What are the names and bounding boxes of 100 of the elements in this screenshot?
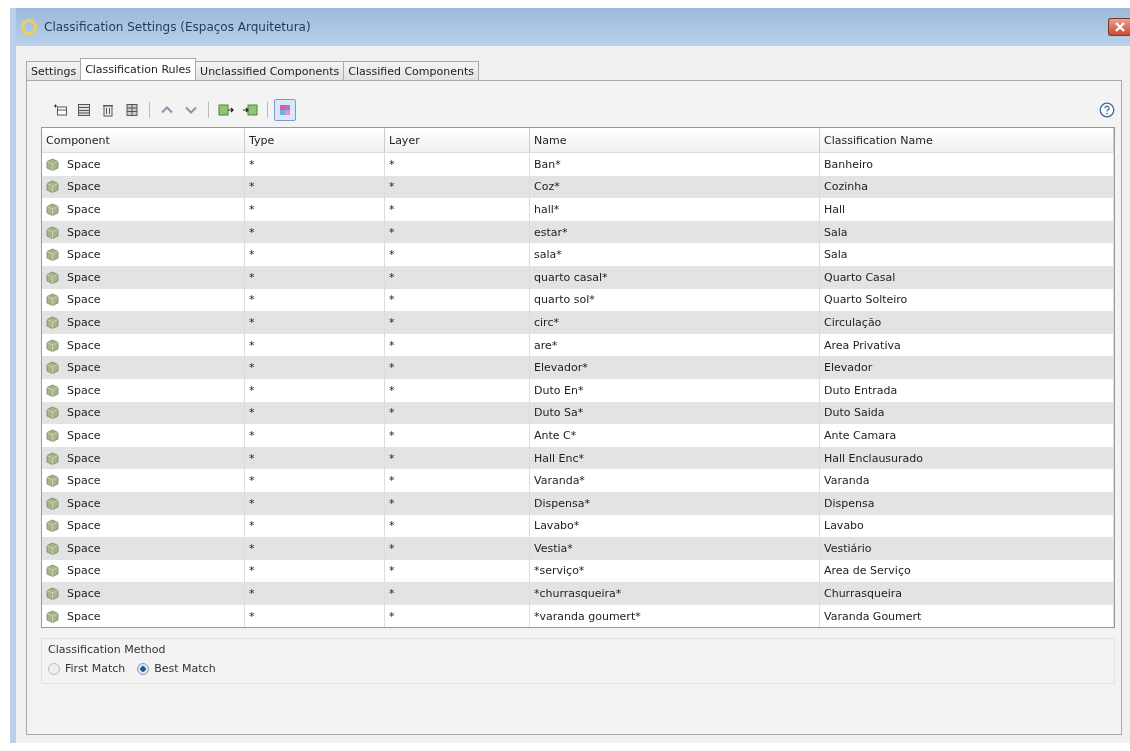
column-icon	[124, 102, 140, 118]
radio-label: First Match	[65, 662, 126, 676]
column-header[interactable]: Classification Name	[820, 128, 1114, 152]
column-header[interactable]: Type	[245, 128, 385, 152]
tab[interactable]: Unclassified Components	[195, 61, 345, 80]
radio-label: Best Match	[154, 662, 216, 676]
cube-icon	[46, 451, 59, 465]
column-header[interactable]: Component	[42, 128, 245, 152]
cube-icon	[46, 338, 59, 352]
table-cell: *	[245, 378, 385, 402]
table-cell: *	[245, 424, 385, 447]
table-cell: Hall Enc*	[530, 446, 820, 470]
table-cell: *	[245, 356, 385, 379]
table-cell: Varanda	[820, 469, 1114, 492]
table-cell: Sala	[820, 220, 1114, 244]
table-cell: *	[245, 311, 385, 334]
table-cell: *	[385, 424, 530, 447]
color-swatch-icon	[277, 102, 293, 118]
table-cell: *	[385, 175, 530, 199]
table-cell: *	[385, 243, 530, 266]
table-cell: *	[245, 265, 385, 289]
table-cell: *	[385, 469, 530, 492]
table-cell: Space	[67, 519, 101, 533]
help-icon[interactable]	[1099, 102, 1115, 118]
table-cell: Space	[67, 383, 101, 397]
table-cell: hall*	[530, 198, 820, 221]
table-cell: estar*	[530, 220, 820, 244]
ring-icon	[20, 18, 38, 36]
table-cell: *	[385, 378, 530, 402]
cube-icon	[46, 428, 59, 442]
table-cell: Space	[67, 451, 101, 465]
table-cell: Space	[67, 180, 101, 194]
table-cell: *varanda goumert*	[530, 604, 820, 628]
cube-icon	[46, 180, 59, 194]
table-cell: *	[245, 469, 385, 492]
column-header[interactable]: Layer	[385, 128, 530, 152]
table-cell: *	[245, 198, 385, 221]
table-cell: Ante Camara	[820, 424, 1114, 447]
table-cell: Space	[67, 338, 101, 352]
cube-icon	[46, 293, 59, 307]
table-cell: *	[245, 401, 385, 425]
close-button[interactable]	[1108, 18, 1130, 36]
table-cell: Varanda Goumert	[820, 604, 1114, 628]
radio-option[interactable]: First Match	[48, 662, 126, 676]
table-cell: Duto En*	[530, 378, 820, 402]
tab[interactable]: Settings	[26, 61, 82, 80]
table-cell: *	[385, 220, 530, 244]
table-cell: *	[245, 446, 385, 470]
table-cell: Varanda*	[530, 469, 820, 492]
table-cell: Space	[67, 496, 101, 510]
table-cell: *	[385, 356, 530, 379]
table-cell: Space	[67, 474, 101, 488]
tab[interactable]: Classification Rules	[80, 58, 197, 80]
table-cell: Churrasqueira	[820, 582, 1114, 605]
column-header[interactable]: Name	[530, 128, 820, 152]
table-cell: *	[385, 446, 530, 470]
radio-button[interactable]	[48, 662, 60, 675]
tab[interactable]: Classified Components	[343, 61, 479, 80]
table-cell: Ante C*	[530, 424, 820, 447]
table-cell: Vestia*	[530, 537, 820, 560]
export-arrow-icon	[242, 102, 258, 118]
table-cell: Ban*	[530, 153, 820, 176]
cube-icon	[46, 248, 59, 262]
table-cell: Space	[67, 315, 101, 329]
table-cell: *	[245, 243, 385, 266]
table-cell: Space	[67, 157, 101, 171]
cube-icon	[46, 361, 59, 375]
table-cell: *	[245, 604, 385, 628]
table-cell: *	[385, 582, 530, 605]
table-cell: *	[385, 491, 530, 515]
table-cell: Hall	[820, 198, 1114, 221]
radio-option[interactable]: Best Match	[137, 662, 216, 676]
table-cell: *	[385, 401, 530, 425]
table-cell: *	[385, 153, 530, 176]
cube-icon	[46, 270, 59, 284]
table-cell: Elevador	[820, 356, 1114, 379]
close-icon	[1113, 21, 1126, 33]
table-cell: Elevador*	[530, 356, 820, 379]
radio-button[interactable]	[137, 662, 150, 675]
table-cell: *	[385, 604, 530, 628]
cube-icon	[46, 587, 59, 601]
table-cell: Space	[67, 203, 101, 216]
cube-icon	[46, 203, 59, 216]
table-cell: *	[245, 153, 385, 176]
table-cell: *	[385, 265, 530, 289]
cube-icon	[46, 564, 59, 578]
cube-icon	[46, 541, 59, 555]
table-cell: sala*	[530, 243, 820, 266]
table-cell: Coz*	[530, 175, 820, 199]
table-cell: *	[245, 582, 385, 605]
table-cell: Space	[67, 293, 101, 307]
table-cell: Cozinha	[820, 175, 1114, 199]
table-cell: Vestiário	[820, 537, 1114, 560]
table-cell: Space	[67, 225, 101, 239]
cube-icon	[46, 383, 59, 397]
table-cell: Space	[67, 406, 101, 420]
cube-icon	[46, 609, 59, 623]
table-cell: Banheiro	[820, 153, 1114, 176]
table-cell: *	[245, 491, 385, 515]
cube-icon	[46, 474, 59, 488]
